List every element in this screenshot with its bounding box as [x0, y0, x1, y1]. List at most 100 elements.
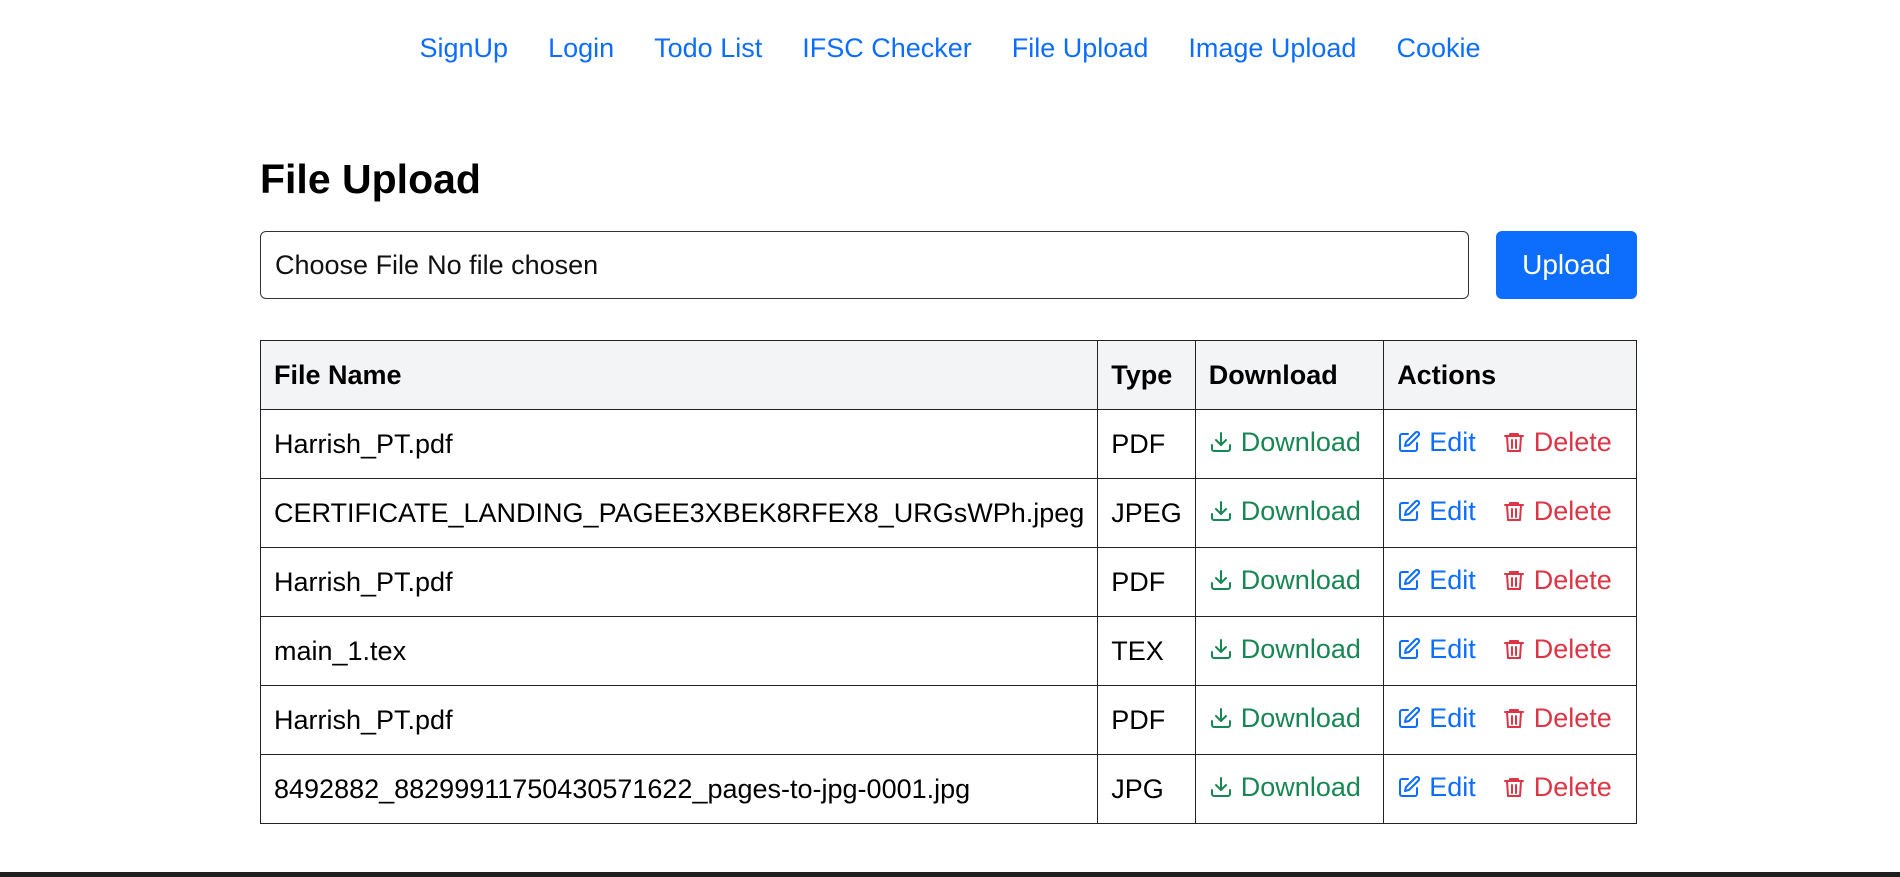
download-icon	[1209, 568, 1233, 592]
download-cell: Download	[1194, 754, 1385, 824]
nav-file-upload[interactable]: File Upload	[992, 28, 1169, 68]
download-cell: Download	[1194, 685, 1385, 755]
download-label: Download	[1240, 426, 1361, 457]
actions-cell: Edit Delete	[1383, 409, 1637, 479]
delete-button[interactable]: Delete	[1502, 496, 1612, 527]
download-link[interactable]: Download	[1209, 703, 1361, 734]
edit-icon	[1397, 637, 1421, 661]
actions-cell: Edit Delete	[1383, 547, 1637, 617]
file-name-cell: 8492882_88299911750430571622_pages-to-jp…	[259, 754, 1099, 824]
nav-signup[interactable]: SignUp	[400, 28, 529, 68]
download-cell: Download	[1194, 547, 1385, 617]
download-link[interactable]: Download	[1209, 565, 1361, 596]
file-type: PDF	[1111, 428, 1166, 459]
download-link[interactable]: Download	[1209, 772, 1361, 803]
download-link[interactable]: Download	[1209, 634, 1361, 665]
file-name: main_1.tex	[274, 635, 407, 666]
nav-cookie[interactable]: Cookie	[1376, 28, 1500, 68]
edit-label: Edit	[1429, 495, 1476, 526]
file-status: No file chosen	[427, 249, 599, 280]
delete-button[interactable]: Delete	[1502, 427, 1612, 458]
choose-file-button[interactable]: Choose File	[275, 250, 419, 281]
trash-icon	[1502, 499, 1526, 523]
edit-label: Edit	[1429, 426, 1476, 457]
nav-image-upload[interactable]: Image Upload	[1168, 28, 1376, 68]
edit-button[interactable]: Edit	[1397, 634, 1476, 665]
file-name-cell: Harrish_PT.pdf	[259, 547, 1099, 617]
delete-button[interactable]: Delete	[1502, 703, 1612, 734]
nav-login[interactable]: Login	[528, 28, 634, 68]
edit-button[interactable]: Edit	[1397, 427, 1476, 458]
edit-button[interactable]: Edit	[1397, 565, 1476, 596]
nav-todo-list[interactable]: Todo List	[634, 28, 782, 68]
file-name-cell: main_1.tex	[259, 616, 1099, 686]
edit-button[interactable]: Edit	[1397, 772, 1476, 803]
file-type: TEX	[1111, 635, 1164, 666]
table-header-row: File Name Type Download Actions	[259, 340, 1637, 410]
download-link[interactable]: Download	[1209, 496, 1361, 527]
edit-icon	[1397, 706, 1421, 730]
delete-label: Delete	[1533, 702, 1612, 733]
edit-label: Edit	[1429, 564, 1476, 595]
header-type: Type	[1097, 340, 1196, 410]
file-type-cell: PDF	[1097, 685, 1196, 755]
edit-icon	[1397, 430, 1421, 454]
download-label: Download	[1240, 564, 1361, 595]
delete-button[interactable]: Delete	[1502, 772, 1612, 803]
edit-label: Edit	[1429, 771, 1476, 802]
nav-ifsc-checker[interactable]: IFSC Checker	[782, 28, 992, 68]
file-input[interactable]: Choose File No file chosen	[260, 231, 1469, 299]
download-cell: Download	[1194, 409, 1385, 479]
edit-icon	[1397, 775, 1421, 799]
delete-label: Delete	[1533, 495, 1612, 526]
header-download: Download	[1194, 340, 1385, 410]
download-label: Download	[1240, 771, 1361, 802]
file-name: Harrish_PT.pdf	[274, 428, 453, 459]
header-file-name: File Name	[259, 340, 1099, 410]
download-cell: Download	[1194, 616, 1385, 686]
file-type-cell: PDF	[1097, 547, 1196, 617]
download-label: Download	[1240, 702, 1361, 733]
delete-label: Delete	[1533, 564, 1612, 595]
file-type-cell: JPEG	[1097, 478, 1196, 548]
delete-label: Delete	[1533, 633, 1612, 664]
file-type: PDF	[1111, 704, 1166, 735]
delete-label: Delete	[1533, 426, 1612, 457]
upload-button[interactable]: Upload	[1496, 231, 1637, 299]
actions-cell: Edit Delete	[1383, 685, 1637, 755]
trash-icon	[1502, 637, 1526, 661]
file-type: PDF	[1111, 566, 1166, 597]
table-row: Harrish_PT.pdf PDF Download Edit Delete	[259, 685, 1637, 755]
download-icon	[1209, 775, 1233, 799]
bottom-bar	[0, 872, 1900, 877]
trash-icon	[1502, 706, 1526, 730]
file-name-cell: Harrish_PT.pdf	[259, 685, 1099, 755]
table-row: main_1.tex TEX Download Edit Delete	[259, 616, 1637, 686]
actions-cell: Edit Delete	[1383, 478, 1637, 548]
file-type-cell: PDF	[1097, 409, 1196, 479]
delete-label: Delete	[1533, 771, 1612, 802]
trash-icon	[1502, 568, 1526, 592]
trash-icon	[1502, 775, 1526, 799]
delete-button[interactable]: Delete	[1502, 565, 1612, 596]
download-icon	[1209, 706, 1233, 730]
delete-button[interactable]: Delete	[1502, 634, 1612, 665]
actions-cell: Edit Delete	[1383, 754, 1637, 824]
file-name: Harrish_PT.pdf	[274, 566, 453, 597]
file-name: 8492882_88299911750430571622_pages-to-jp…	[274, 773, 971, 804]
edit-button[interactable]: Edit	[1397, 496, 1476, 527]
header-actions: Actions	[1383, 340, 1637, 410]
file-type-cell: TEX	[1097, 616, 1196, 686]
edit-label: Edit	[1429, 633, 1476, 664]
table-row: Harrish_PT.pdf PDF Download Edit Delete	[259, 547, 1637, 617]
file-type: JPEG	[1111, 497, 1182, 528]
edit-label: Edit	[1429, 702, 1476, 733]
file-type-cell: JPG	[1097, 754, 1196, 824]
table-row: Harrish_PT.pdf PDF Download Edit Delete	[259, 409, 1637, 479]
edit-button[interactable]: Edit	[1397, 703, 1476, 734]
download-icon	[1209, 430, 1233, 454]
top-nav: SignUp Login Todo List IFSC Checker File…	[0, 28, 1900, 68]
download-cell: Download	[1194, 478, 1385, 548]
download-link[interactable]: Download	[1209, 427, 1361, 458]
file-name-cell: CERTIFICATE_LANDING_PAGEE3XBEK8RFEX8_URG…	[259, 478, 1099, 548]
